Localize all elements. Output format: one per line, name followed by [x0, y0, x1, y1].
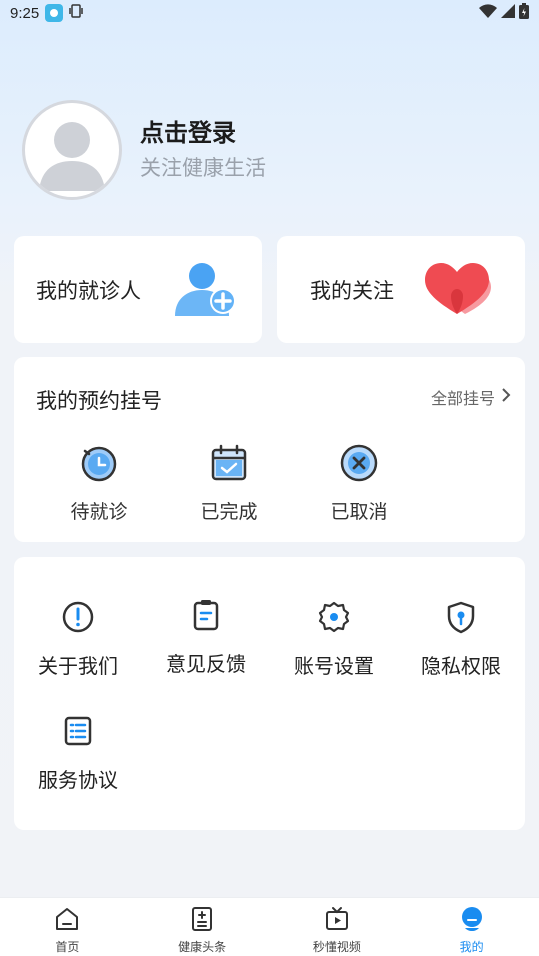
my-follows-label: 我的关注 [310, 278, 394, 303]
tab-videos[interactable]: 秒懂视频 [270, 898, 405, 956]
app-notification-icon [45, 4, 64, 22]
calendar-check-icon [209, 443, 249, 487]
tab-home-label: 首页 [55, 940, 80, 954]
appointments-card: 我的预约挂号 全部挂号 待就诊 已完成 已取消 [14, 357, 525, 542]
profile-icon [459, 906, 485, 936]
appointment-cancelled[interactable]: 已取消 [319, 443, 399, 524]
cancel-circle-icon [339, 443, 379, 487]
hearts-icon [421, 260, 497, 324]
appointment-completed[interactable]: 已完成 [189, 443, 269, 524]
appointment-pending-label: 待就诊 [70, 501, 128, 523]
login-profile-header[interactable]: 点击登录 关注健康生活 [22, 99, 502, 201]
home-icon [54, 906, 80, 936]
account-settings-item[interactable]: 账号设置 [279, 600, 389, 679]
tab-mine[interactable]: 我的 [404, 898, 539, 956]
appointment-cancelled-label: 已取消 [330, 501, 388, 523]
shield-icon [444, 600, 478, 638]
service-agreement-item[interactable]: 服务协议 [23, 714, 133, 793]
status-time: 9:25 [10, 4, 40, 22]
signal-icon [501, 4, 515, 22]
gear-icon [317, 600, 351, 638]
about-us-item[interactable]: 关于我们 [23, 600, 133, 679]
clock-icon [79, 443, 119, 487]
about-us-label: 关于我们 [38, 654, 118, 678]
feedback-item[interactable]: 意见反馈 [151, 598, 261, 677]
tab-mine-label: 我的 [459, 940, 484, 954]
tab-videos-label: 秒懂视频 [312, 940, 361, 954]
my-patients-card[interactable]: 我的就诊人 [14, 236, 262, 343]
account-settings-label: 账号设置 [294, 654, 374, 678]
service-agreement-label: 服务协议 [38, 768, 118, 792]
tab-health-news[interactable]: 健康头条 [135, 898, 270, 956]
tv-icon [324, 906, 350, 936]
wifi-icon [479, 4, 497, 22]
privacy-permissions-item[interactable]: 隐私权限 [406, 600, 516, 679]
login-subtitle: 关注健康生活 [140, 156, 266, 180]
tab-health-news-label: 健康头条 [178, 940, 227, 954]
settings-menu-card: 关于我们 意见反馈 账号设置 隐私权限 服务协议 [14, 557, 525, 830]
add-patient-icon [172, 260, 242, 324]
tab-home[interactable]: 首页 [0, 898, 135, 956]
avatar[interactable] [22, 100, 122, 200]
my-patients-label: 我的就诊人 [36, 278, 141, 303]
clipboard-icon [189, 598, 223, 636]
appointment-completed-label: 已完成 [200, 501, 258, 523]
feedback-label: 意见反馈 [166, 652, 246, 676]
battery-icon [519, 3, 529, 23]
all-appointments-link[interactable]: 全部挂号 [431, 385, 511, 409]
info-icon [61, 600, 95, 638]
document-list-icon [61, 714, 95, 752]
bottom-tab-bar: 首页 健康头条 秒懂视频 我的 [0, 897, 539, 956]
privacy-permissions-label: 隐私权限 [421, 654, 501, 678]
status-bar: 9:25 [0, 0, 539, 26]
appointments-title: 我的预约挂号 [36, 389, 162, 413]
appointment-pending[interactable]: 待就诊 [59, 443, 139, 524]
all-appointments-label: 全部挂号 [430, 389, 495, 408]
chevron-right-icon [501, 387, 511, 407]
vibrate-icon [69, 3, 83, 23]
news-icon [189, 906, 215, 936]
login-prompt[interactable]: 点击登录 [140, 117, 266, 149]
my-follows-card[interactable]: 我的关注 [277, 236, 525, 343]
